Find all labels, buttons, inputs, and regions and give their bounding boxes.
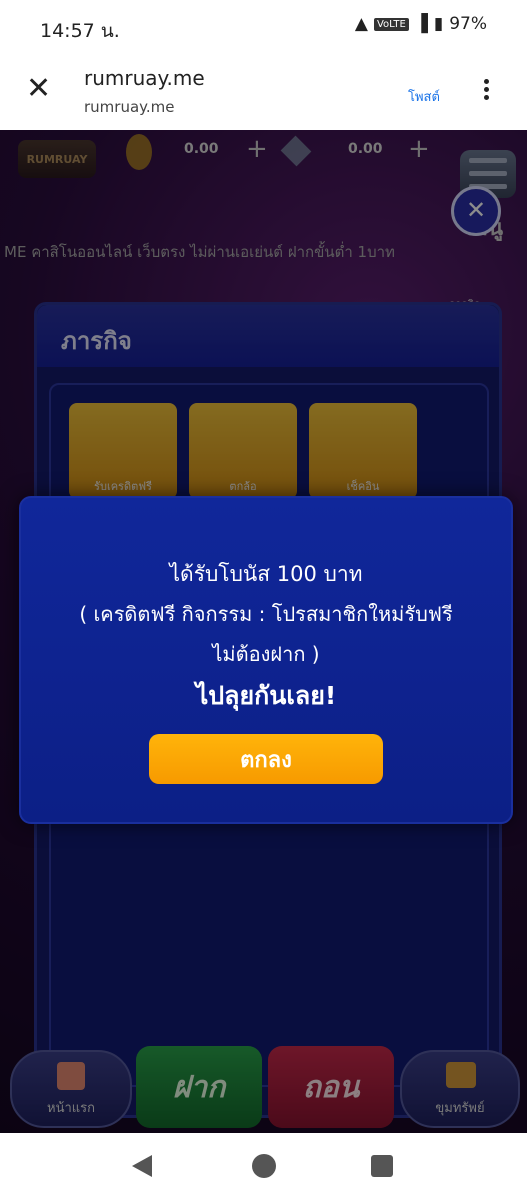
volte-badge: VoLTE [373, 17, 409, 31]
status-time: 14:57 น. [40, 20, 120, 42]
status-bar: 14:57 น. ▲ VoLTE ▐ ▮ 97% [0, 0, 527, 56]
bonus-dialog: ได้รับโบนัส 100 บาท ( เครดิตฟรี กิจกรรม … [19, 496, 513, 824]
system-nav-bar [0, 1133, 527, 1200]
back-icon[interactable] [132, 1155, 152, 1177]
home-button-icon[interactable] [252, 1154, 276, 1178]
dialog-bonus-text: ได้รับโบนัส 100 บาท [169, 562, 363, 586]
post-button[interactable]: โพสต์ [408, 86, 440, 107]
more-options-icon[interactable] [478, 76, 494, 106]
dialog-detail-text-2: ไม่ต้องฝาก ) [212, 642, 320, 666]
status-icons: ▲ VoLTE ▐ ▮ 97% [355, 14, 487, 34]
page-title: rumruay.me [84, 66, 205, 90]
recent-apps-icon[interactable] [371, 1155, 393, 1177]
battery-level: 97% [449, 14, 487, 34]
wifi-icon: ▲ [354, 14, 368, 34]
browser-toolbar: ✕ rumruay.me rumruay.me โพสต์ [0, 56, 527, 131]
close-icon[interactable]: ✕ [26, 74, 51, 104]
signal-icon: ▐ [414, 14, 428, 34]
ok-button[interactable]: ตกลง [149, 734, 383, 784]
battery-icon: ▮ [433, 14, 444, 34]
dialog-detail-text: ( เครดิตฟรี กิจกรรม : โปรสมาชิกใหม่รับฟร… [79, 602, 453, 626]
page-url: rumruay.me [84, 98, 175, 116]
dialog-cta-text: ไปลุยกันเลย! [195, 681, 337, 710]
